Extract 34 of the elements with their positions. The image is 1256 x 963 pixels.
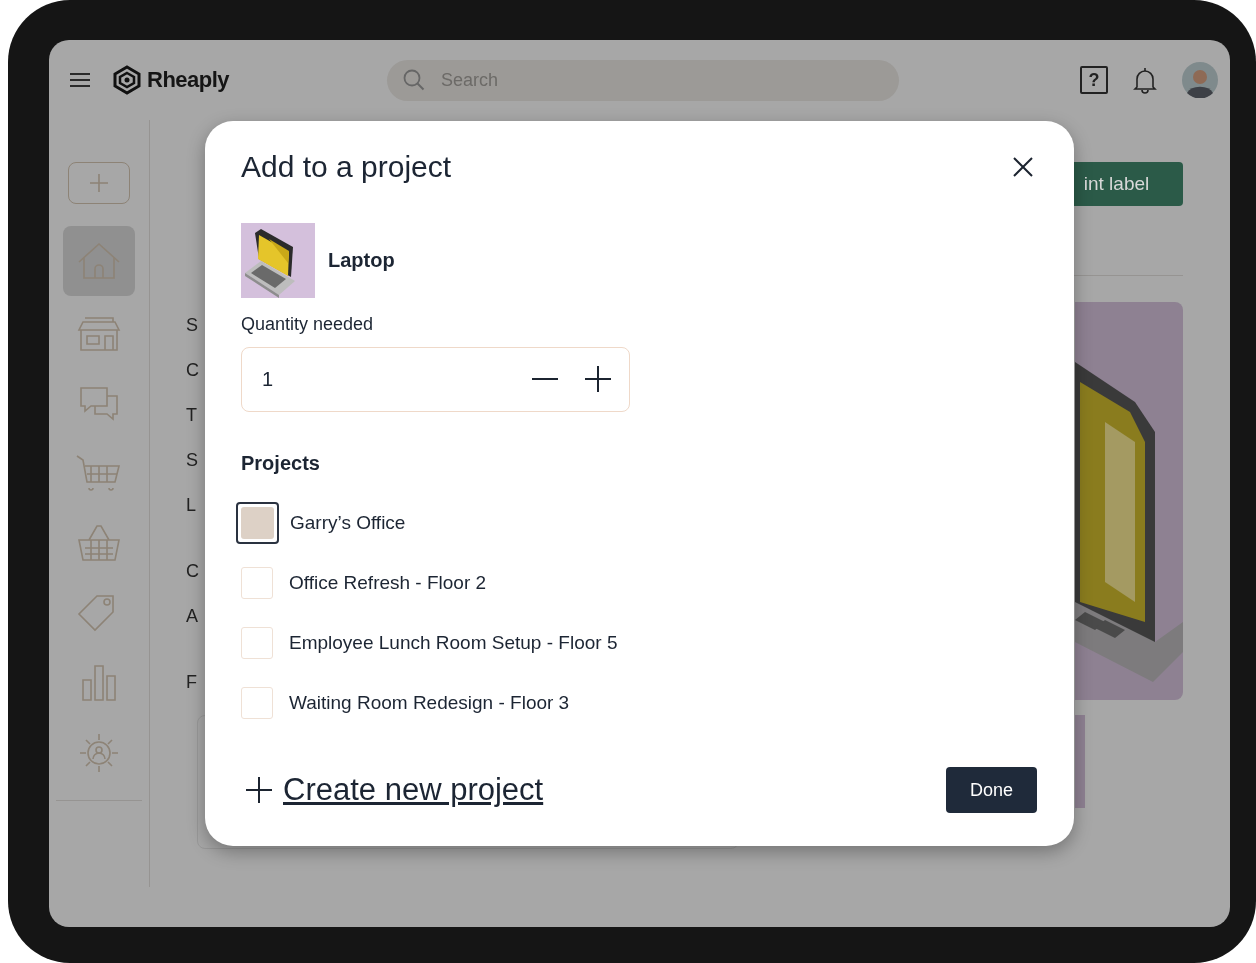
project-name: Office Refresh - Floor 2 <box>289 572 487 594</box>
field-label: Quantity needed <box>241 314 375 334</box>
add-button[interactable] <box>68 162 130 204</box>
minus-icon[interactable] <box>531 377 559 381</box>
project-name: Waiting Room Redesign - Floor 3 <box>289 692 570 714</box>
menu-icon[interactable] <box>69 72 91 88</box>
row-label: S <box>186 315 199 337</box>
row-label: A <box>186 606 199 628</box>
done-button[interactable]: Done <box>946 767 1037 813</box>
item-name: Laptop <box>328 249 395 272</box>
row-label: T <box>186 405 198 427</box>
sidebar-item[interactable] <box>63 226 135 296</box>
dialog-title: Add to a project <box>241 150 452 184</box>
row-label: C <box>186 561 200 583</box>
row-label: S <box>186 450 199 472</box>
row-label: C <box>186 360 200 382</box>
avatar-icon[interactable] <box>1182 62 1218 98</box>
help-button[interactable]: ? <box>1080 66 1108 94</box>
plus-icon[interactable] <box>245 776 273 804</box>
row-label: F <box>186 672 198 694</box>
quantity-field[interactable]: 1 <box>241 347 630 412</box>
add-icon <box>89 173 109 193</box>
project-name: Employee Lunch Room Setup - Floor 5 <box>289 632 618 654</box>
plus-icon[interactable] <box>584 365 612 393</box>
search-icon <box>402 67 426 92</box>
checkbox[interactable] <box>236 502 279 544</box>
brand-name: Rheaply <box>147 67 230 93</box>
hexagon-logo-icon <box>111 65 143 95</box>
create-project-link[interactable]: Create new project <box>283 772 544 808</box>
project-name: Garry’s Office <box>290 512 406 534</box>
close-icon[interactable] <box>1012 156 1034 178</box>
section-heading: Projects <box>241 452 321 474</box>
row-label: L <box>186 495 197 517</box>
bell-icon[interactable] <box>1132 66 1158 94</box>
